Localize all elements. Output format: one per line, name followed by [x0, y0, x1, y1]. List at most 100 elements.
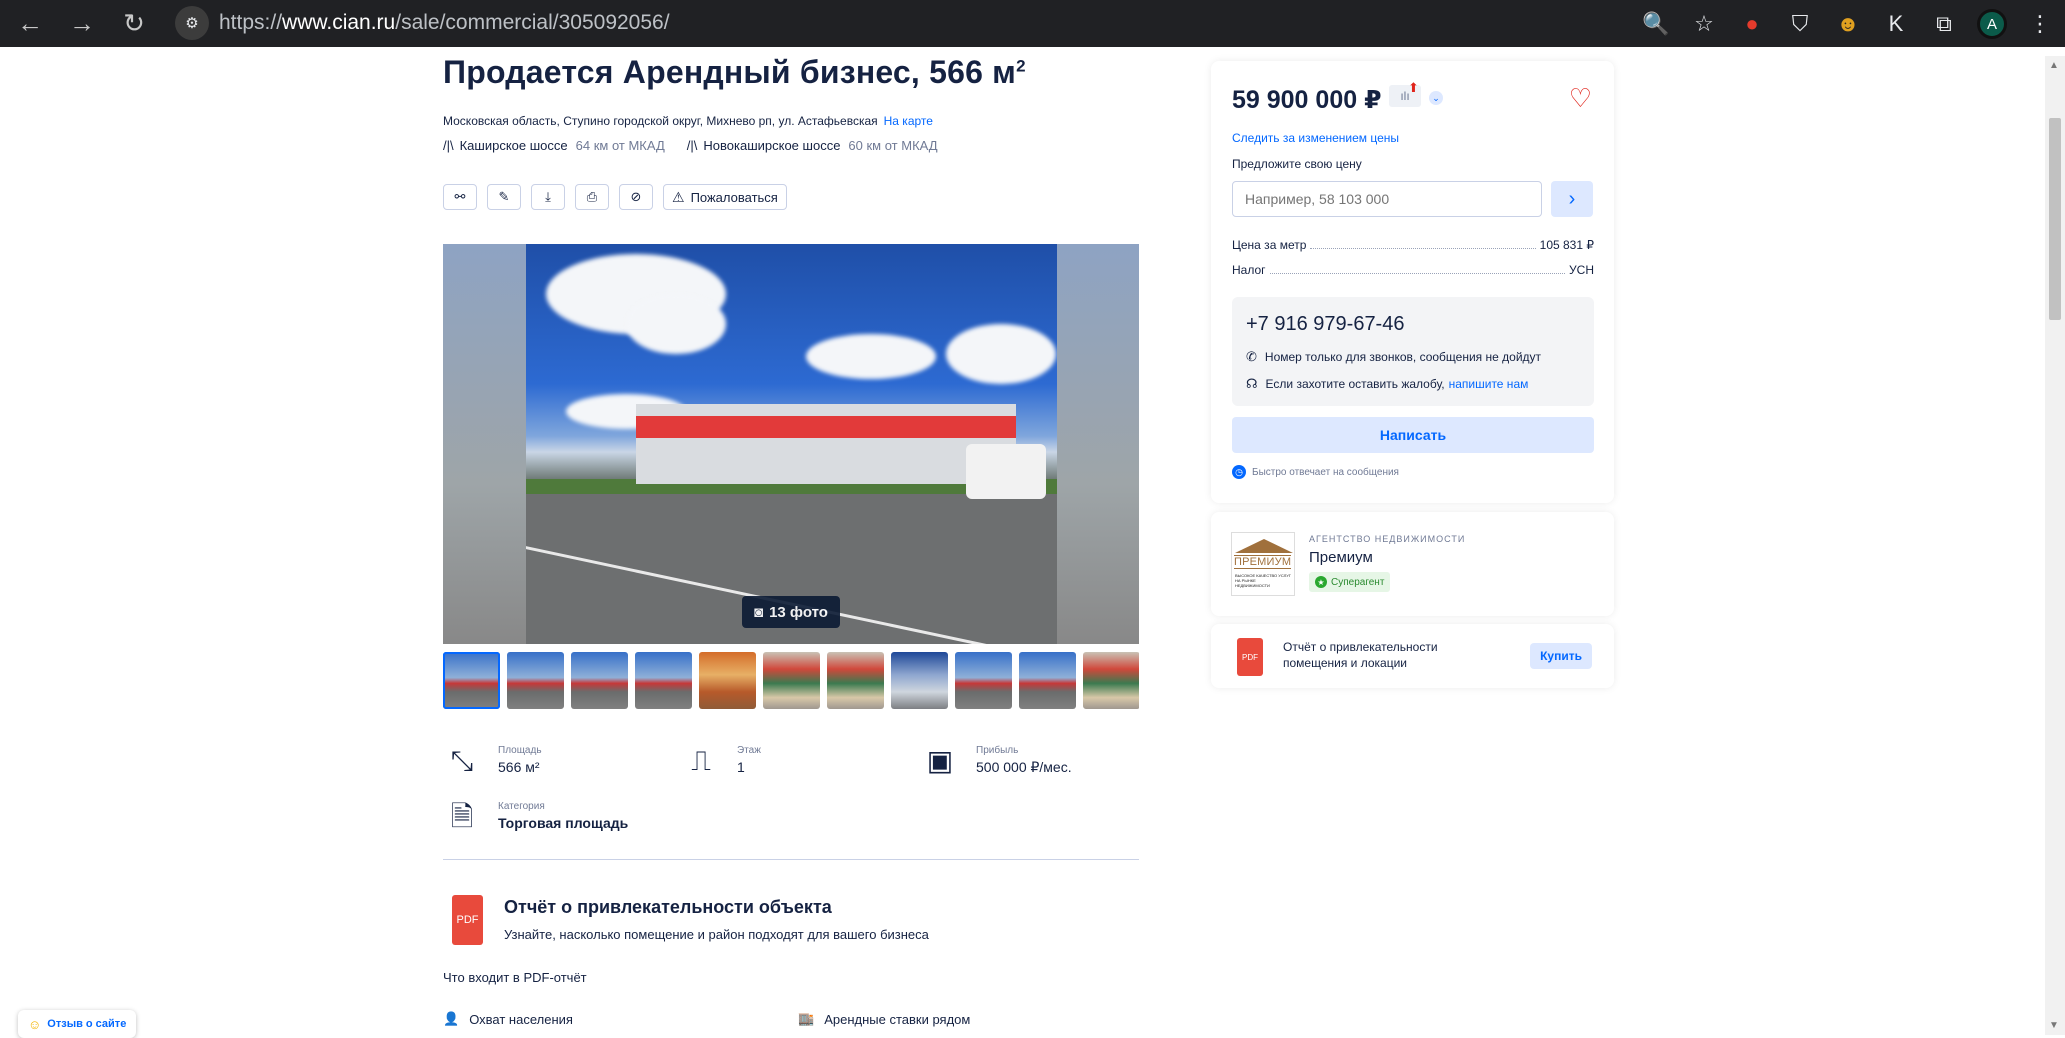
- feature-label: Категория: [498, 801, 545, 812]
- thumbnail[interactable]: [443, 652, 500, 709]
- extensions-puzzle-icon[interactable]: ⧉: [1929, 9, 1959, 39]
- highway-item: /|\ Новокаширское шоссе 60 км от МКАД: [686, 138, 938, 153]
- thumbnail[interactable]: [827, 652, 884, 709]
- star-icon: ★: [1315, 576, 1327, 588]
- feature-area: ⤡ Площадь 566 м²: [446, 745, 542, 777]
- write-message-button[interactable]: Написать: [1232, 417, 1594, 453]
- thumbnail[interactable]: [1083, 652, 1139, 709]
- agency-name[interactable]: Премиум: [1309, 549, 1373, 566]
- follow-price-link[interactable]: Следить за изменением цены: [1232, 131, 1399, 145]
- share-icon: ⚯: [454, 189, 466, 204]
- print-button[interactable]: ⎙: [575, 184, 609, 210]
- zoom-icon[interactable]: 🔍: [1641, 9, 1671, 39]
- highway-item: /|\ Каширское шоссе 64 км от МКАД: [443, 138, 665, 153]
- share-button[interactable]: ⚯: [443, 184, 477, 210]
- main-photo[interactable]: [526, 244, 1057, 644]
- thumbnail[interactable]: [891, 652, 948, 709]
- eye-off-icon: ⊘: [630, 189, 642, 204]
- feature-value: 566 м²: [498, 759, 540, 775]
- chevron-down-icon[interactable]: ⌄: [1429, 91, 1443, 105]
- download-icon: ⤓: [545, 189, 551, 204]
- offer-price-input[interactable]: [1232, 181, 1542, 217]
- wallet-icon: ▣: [926, 745, 954, 776]
- site-info-icon[interactable]: ⚙: [175, 6, 209, 40]
- thumbnail[interactable]: [955, 652, 1012, 709]
- photo-count-button[interactable]: ◙ 13 фото: [742, 596, 840, 628]
- price-per-meter-row: Цена за метр 105 831 ₽: [1232, 238, 1594, 252]
- map-link[interactable]: На карте: [884, 114, 933, 128]
- thumbnail[interactable]: [1019, 652, 1076, 709]
- extension-stop-icon[interactable]: ●: [1737, 9, 1767, 39]
- address-text: Московская область, Ступино городской ок…: [443, 114, 878, 128]
- complain-button[interactable]: ⚠ Пожаловаться: [663, 184, 787, 210]
- back-icon[interactable]: ←: [8, 2, 52, 46]
- address-bar[interactable]: ⚙ https://www.cian.ru/sale/commercial/30…: [175, 6, 1595, 40]
- report-item: 👤 Охват населения: [443, 1011, 573, 1027]
- area-icon: ⤡: [450, 745, 474, 776]
- clock-icon: ◷: [1232, 465, 1246, 479]
- section-divider: [443, 859, 1139, 860]
- thumbnail[interactable]: [507, 652, 564, 709]
- phone-icon: ✆: [1246, 349, 1257, 364]
- highways: /|\ Каширское шоссе 64 км от МКАД /|\ Новок…: [443, 138, 938, 153]
- calls-only-note: ✆ Номер только для звонков, сообщения не …: [1246, 349, 1542, 364]
- thumbnail[interactable]: [571, 652, 628, 709]
- phone-number[interactable]: +7 916 979-67-46: [1246, 313, 1404, 336]
- price-card: 59 900 000 ₽ ılı ⬆ ⌄ ♡ Следить за измене…: [1211, 61, 1614, 503]
- report-item: 🏬 Арендные ставки рядом: [798, 1011, 971, 1027]
- download-button[interactable]: ⤓: [531, 184, 565, 210]
- chevron-right-icon: ›: [1568, 187, 1576, 210]
- feature-label: Этаж: [737, 745, 761, 756]
- report-subtitle: Узнайте, насколько помещение и район под…: [504, 927, 929, 942]
- site-feedback-button[interactable]: ☺ Отзыв о сайте: [18, 1010, 137, 1038]
- thumbnail[interactable]: [635, 652, 692, 709]
- menu-kebab-icon[interactable]: ⋮: [2025, 9, 2055, 39]
- photo-thumbnails: [443, 652, 1139, 709]
- scroll-thumb[interactable]: [2049, 118, 2061, 320]
- reload-icon[interactable]: ↻: [112, 2, 156, 46]
- feature-label: Прибыль: [976, 745, 1019, 756]
- fast-reply-note: ◷ Быстро отвечает на сообщения: [1232, 465, 1399, 479]
- agency-logo[interactable]: ПРЕМИУМ ВЫСОКОЕ КАЧЕСТВО УСЛУГ НА РЫНКЕ …: [1231, 532, 1295, 596]
- extension-k-icon[interactable]: K: [1881, 9, 1911, 39]
- thumbnail[interactable]: [763, 652, 820, 709]
- agency-kicker: АГЕНТСТВО НЕДВИЖИМОСТИ: [1309, 534, 1466, 544]
- hide-button[interactable]: ⊘: [619, 184, 653, 210]
- thumbnail[interactable]: [699, 652, 756, 709]
- pdf-icon: PDF: [1237, 638, 1263, 676]
- document-info-icon: 🗎: [450, 801, 474, 832]
- agency-card[interactable]: ПРЕМИУМ ВЫСОКОЕ КАЧЕСТВО УСЛУГ НА РЫНКЕ …: [1211, 512, 1614, 616]
- pdf-icon: PDF: [452, 895, 483, 945]
- feature-value: Торговая площадь: [498, 815, 629, 831]
- person-icon: 👤: [443, 1011, 460, 1026]
- extension-shield-icon[interactable]: ⛉: [1785, 9, 1815, 39]
- listing-actions: ⚯ ✎ ⤓ ⎙ ⊘ ⚠ Пожаловаться: [443, 184, 787, 210]
- profile-avatar[interactable]: A: [1977, 9, 2007, 39]
- warning-icon: ⚠: [672, 188, 685, 205]
- offer-submit-button[interactable]: ›: [1551, 181, 1593, 217]
- tax-row: Налог УСН: [1232, 263, 1594, 277]
- price-up-icon: ⬆: [1408, 80, 1419, 95]
- extension-person-icon[interactable]: ☻: [1833, 9, 1863, 39]
- printer-icon: ⎙: [586, 189, 598, 204]
- contact-box: +7 916 979-67-46 ✆ Номер только для звонк…: [1232, 297, 1594, 406]
- complaint-note: ☊ Если захотите оставить жалобу, напишите …: [1246, 376, 1529, 391]
- page-title: Продается Арендный бизнес, 566 м2: [443, 54, 1026, 90]
- scroll-up-icon[interactable]: ▲: [2049, 60, 2059, 71]
- write-us-link[interactable]: напишите нам: [1449, 377, 1529, 391]
- note-button[interactable]: ✎: [487, 184, 521, 210]
- highway-icon: /|\: [686, 138, 698, 153]
- price: 59 900 000 ₽: [1232, 86, 1382, 114]
- highway-icon: /|\: [443, 138, 454, 153]
- report-card-text: Отчёт о привлекательности помещения и ло…: [1283, 640, 1438, 670]
- scroll-down-icon[interactable]: ▼: [2049, 1020, 2059, 1031]
- report-includes-heading: Что входит в PDF-отчёт: [443, 970, 587, 985]
- photo-gallery[interactable]: ◙ 13 фото: [443, 244, 1139, 644]
- forward-icon[interactable]: →: [60, 2, 104, 46]
- buy-report-button[interactable]: Купить: [1530, 643, 1592, 669]
- bookmark-star-icon[interactable]: ☆: [1689, 9, 1719, 39]
- gallery-backdrop-left: [443, 244, 526, 644]
- url-text[interactable]: https://www.cian.ru/sale/commercial/3050…: [219, 11, 670, 35]
- page-scrollbar[interactable]: ▲ ▼: [2045, 56, 2065, 1035]
- favorite-heart-icon[interactable]: ♡: [1569, 83, 1592, 114]
